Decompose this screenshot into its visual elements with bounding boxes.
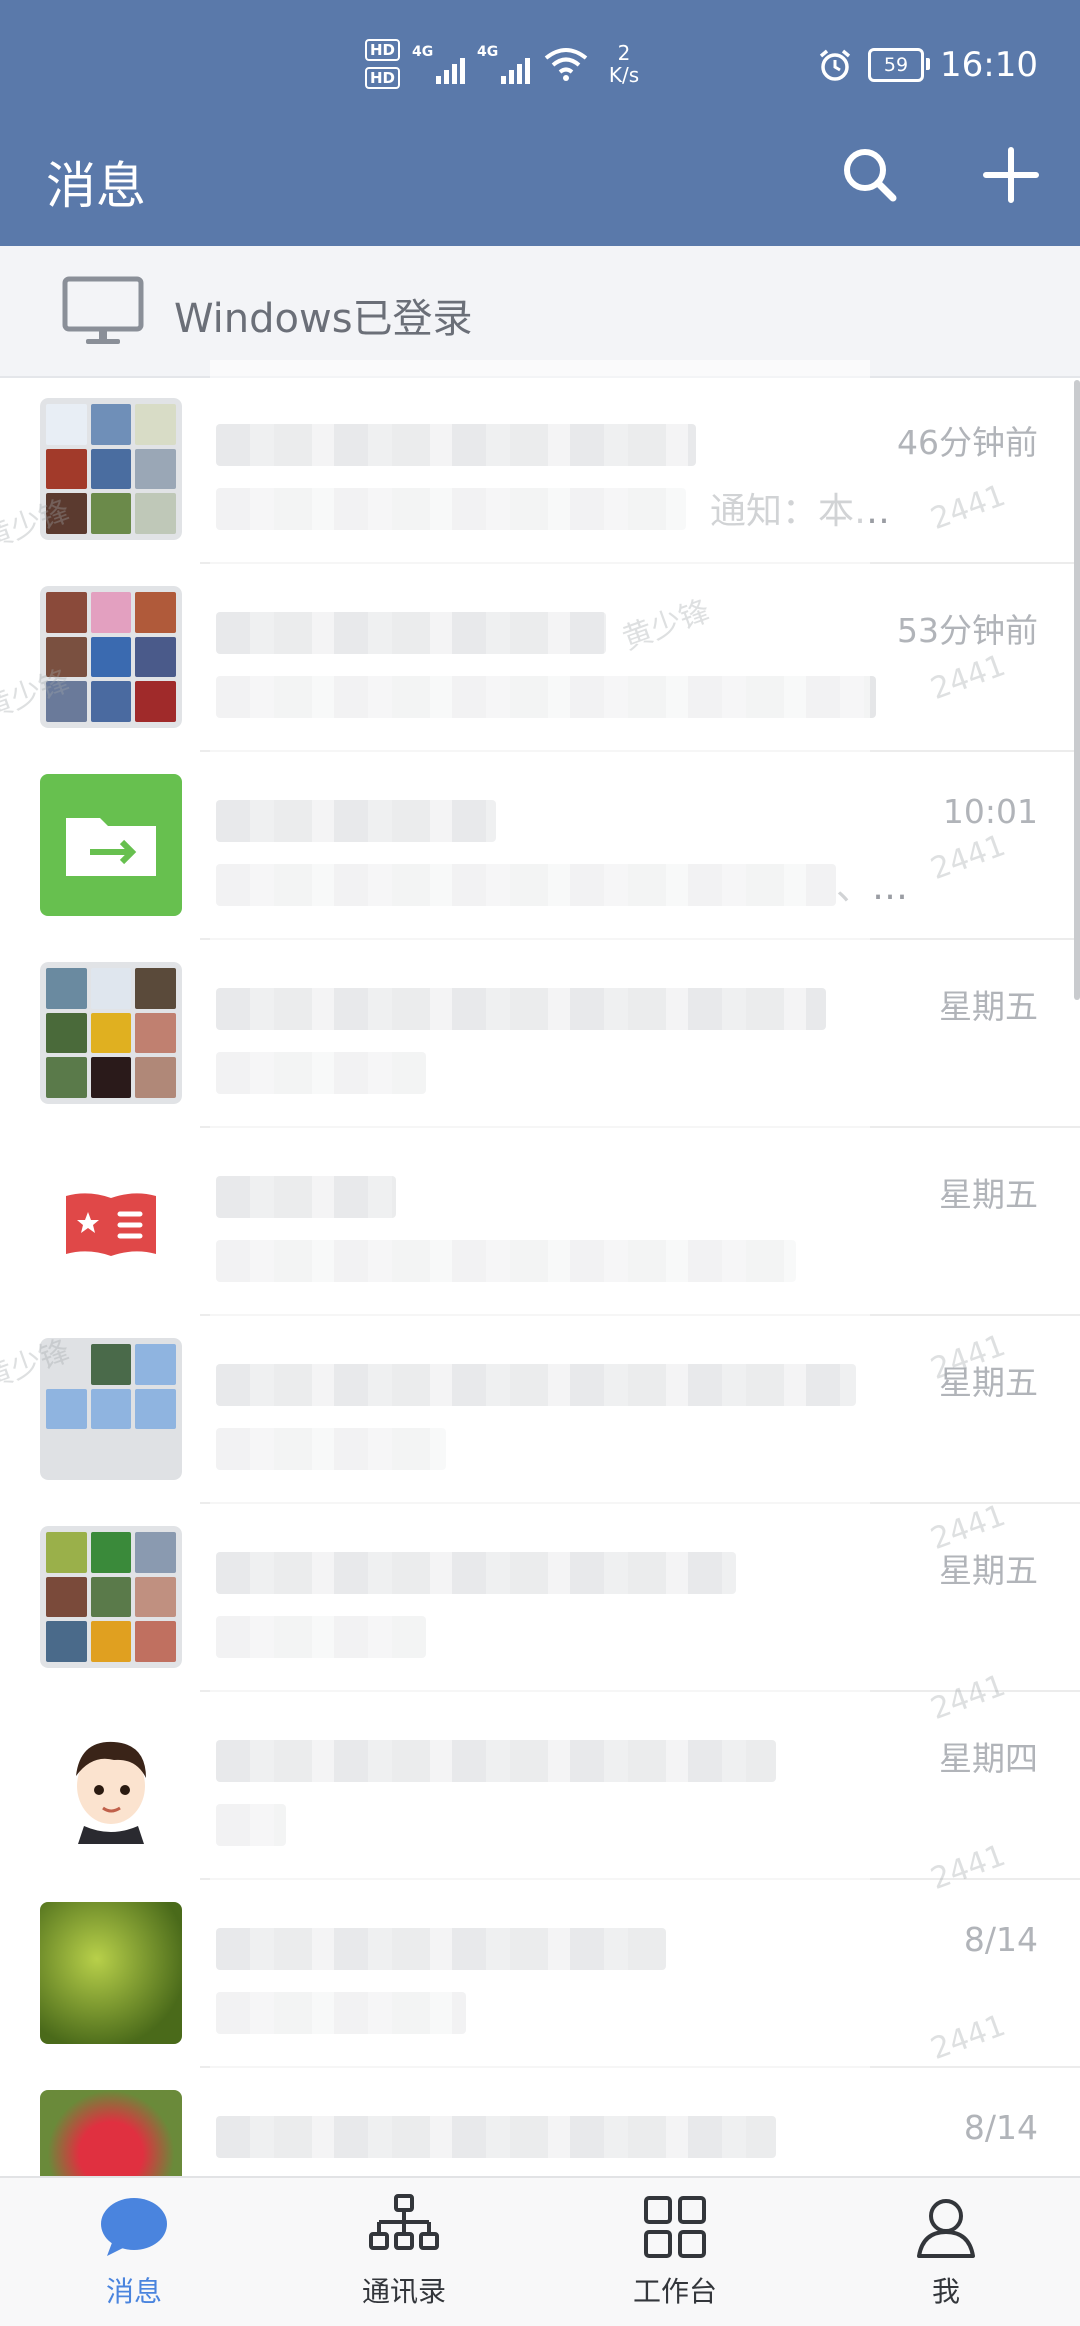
bottom-nav: 消息 通讯录 工作台 我 [0,2176,1080,2326]
group-avatar [40,1526,182,1668]
tab-label: 工作台 [632,2275,717,2308]
clock: 16:10 [940,45,1038,85]
speed-unit: K/s [608,63,640,87]
windows-login-banner[interactable]: Windows已登录 [0,246,1080,378]
status-right: 59 16:10 [818,40,1038,90]
group-avatar [40,586,182,728]
conversation-name-redacted [216,424,696,466]
search-icon[interactable] [835,140,905,210]
conversation-item[interactable]: 53分钟前 [0,564,1080,752]
network-type-2: 4G [477,44,499,60]
network-speed: 2 K/s [602,42,646,86]
conversation-time: 星期四 [939,1739,1038,1778]
status-indicators: HD HD 4G 4G 2 K/s [365,34,646,94]
conversation-item[interactable]: 星期五 [0,940,1080,1128]
conversation-name-redacted [216,1364,856,1406]
person-icon [917,2199,975,2258]
conversation-time: 星期五 [939,1175,1038,1214]
conversation-time: 8/14 [963,2108,1038,2147]
group-avatar [40,1338,182,1480]
conversation-item[interactable]: 星期五 [0,1316,1080,1504]
conversation-preview-redacted [216,1804,286,1846]
alarm-icon [819,49,851,81]
group-avatar [40,962,182,1104]
tab-contacts[interactable]: 通讯录 [294,2178,514,2326]
hd-indicators: HD HD [365,39,401,89]
conversation-preview-redacted [216,1616,426,1658]
conversation-item[interactable]: 星期五 [0,1128,1080,1316]
wifi-icon [544,48,588,81]
conversation-preview-redacted [216,1052,426,1094]
conversation-preview-redacted [216,676,876,718]
folder-icon [66,818,156,876]
conversation-name-redacted [216,988,826,1030]
tab-label: 通讯录 [361,2275,446,2308]
conversation-name-redacted [216,1552,736,1594]
conversation-preview-redacted [216,1428,446,1470]
monitor-icon [62,276,144,344]
conversation-name-redacted [216,2116,776,2158]
signal-icon-2: 4G [477,44,531,84]
tab-workbench[interactable]: 工作台 [565,2178,785,2326]
scrollbar[interactable] [1074,380,1080,1000]
group-avatar [40,398,182,540]
plus-icon[interactable] [976,140,1046,210]
speed-value: 2 [617,41,631,65]
conversation-item[interactable]: 8/14 [0,1880,1080,2068]
folder-avatar [40,774,182,916]
conversation-item[interactable]: 、… 10:01 [0,752,1080,940]
hd-badge-1: HD [365,39,401,61]
tab-messages[interactable]: 消息 [24,2178,244,2326]
conversation-time: 53分钟前 [897,611,1038,650]
login-status-text: Windows已登录 [174,296,473,342]
cartoon-face-icon [76,1741,146,1844]
grid-icon [644,2196,706,2258]
conversation-name-redacted [216,612,606,654]
network-type-1: 4G [412,44,434,60]
chat-bubble-icon [101,2198,167,2256]
signal-icon-1: 4G [412,44,466,84]
conversation-item[interactable]: 星期五 [0,1504,1080,1692]
tab-label: 我 [931,2275,960,2308]
cartoon-avatar [40,1714,182,1856]
conversation-time: 46分钟前 [897,423,1038,462]
conversation-item[interactable]: 通知：本… 46分钟前 [0,376,1080,564]
tab-label: 消息 [105,2275,162,2308]
conversation-preview-redacted [216,864,836,906]
conversation-time: 10:01 [942,792,1038,831]
conversation-name-redacted [216,1176,396,1218]
org-chart-icon [369,2194,439,2250]
leaf-photo-avatar [40,1902,182,2044]
app-header: HD HD 4G 4G 2 K/s 59 16:10 消息 [0,0,1080,246]
conversation-time: 星期五 [939,1551,1038,1590]
status-bar: HD HD 4G 4G 2 K/s 59 16:10 [0,0,1080,120]
book-avatar [40,1150,182,1292]
tab-me[interactable]: 我 [836,2178,1056,2326]
battery-indicator: 59 [868,48,931,82]
conversation-name-redacted [216,1928,666,1970]
conversation-name-redacted [216,1740,776,1782]
conversation-name-redacted [216,800,496,842]
conversation-preview-tail: 通知：本… [710,491,891,532]
conversation-item[interactable]: 星期四 [0,1692,1080,1880]
title-bar: 消息 [0,120,1080,246]
conversation-time: 8/14 [963,1920,1038,1959]
conversation-time: 星期五 [939,987,1038,1026]
book-icon [66,1193,156,1256]
conversation-preview-redacted [216,488,686,530]
page-title: 消息 [46,157,146,215]
conversation-time: 星期五 [939,1363,1038,1402]
conversation-preview-tail: 、… [836,867,909,908]
conversation-preview-redacted [216,1992,466,2034]
conversation-preview-redacted [216,1240,796,1282]
hd-badge-2: HD [365,67,401,89]
